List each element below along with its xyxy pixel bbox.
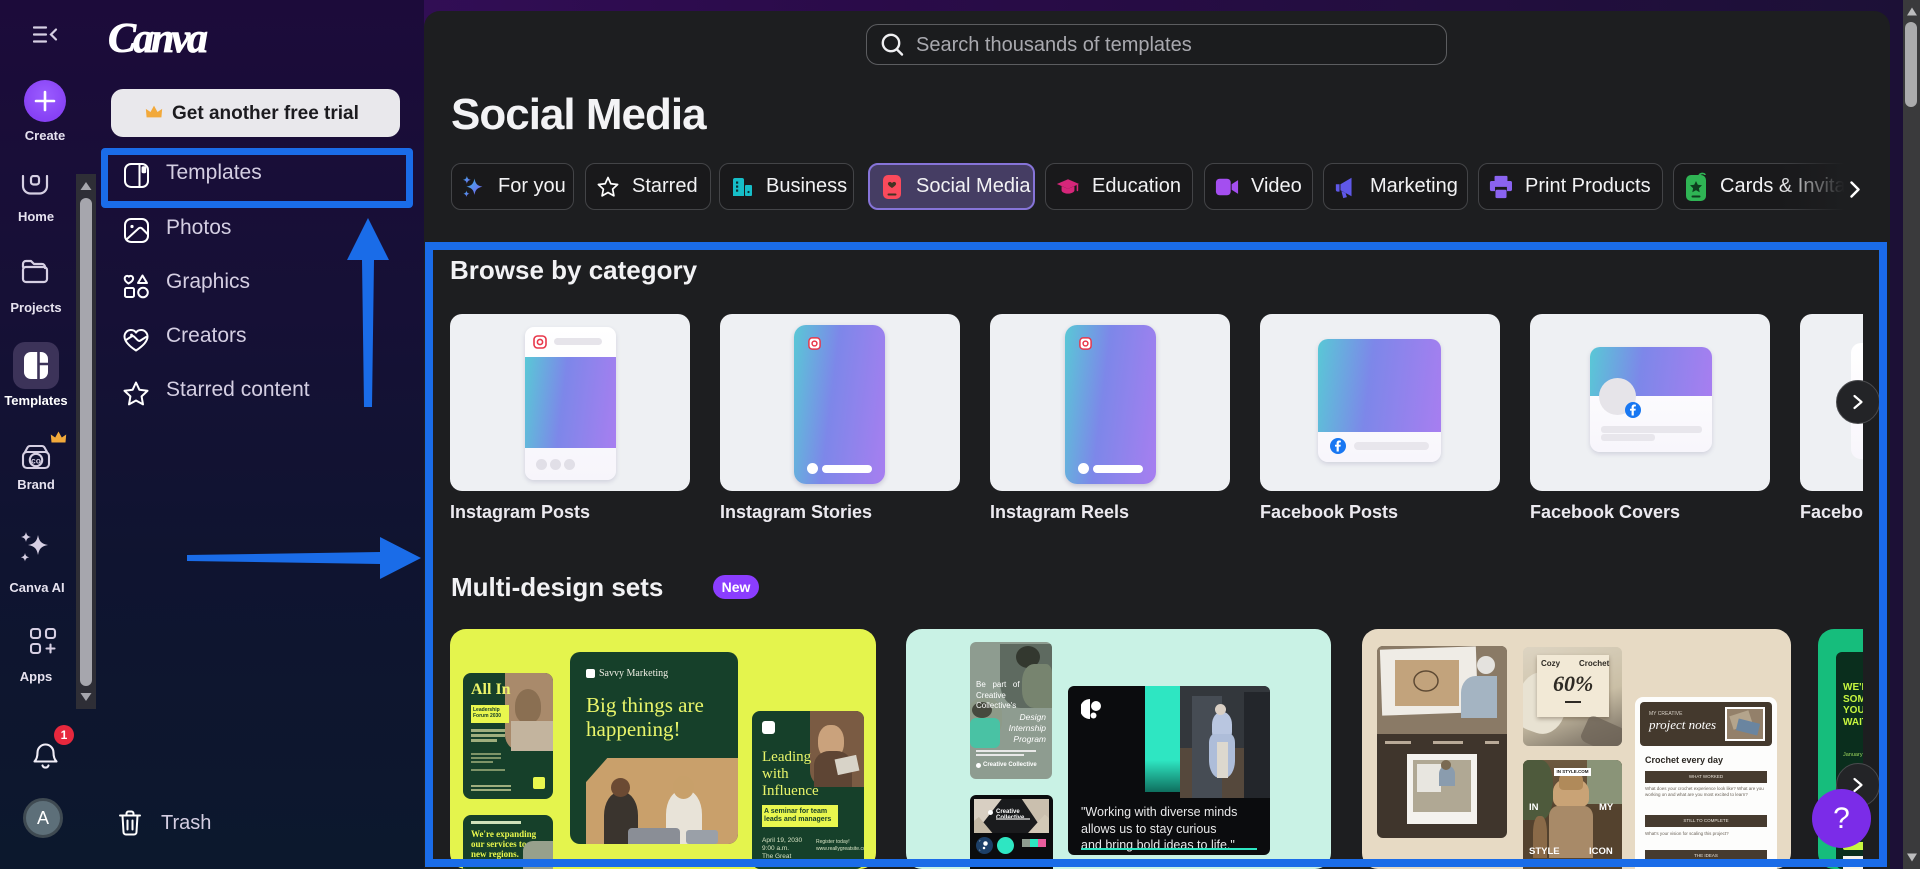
svg-text:Canva: Canva <box>108 16 208 62</box>
svg-text:co: co <box>31 456 41 466</box>
